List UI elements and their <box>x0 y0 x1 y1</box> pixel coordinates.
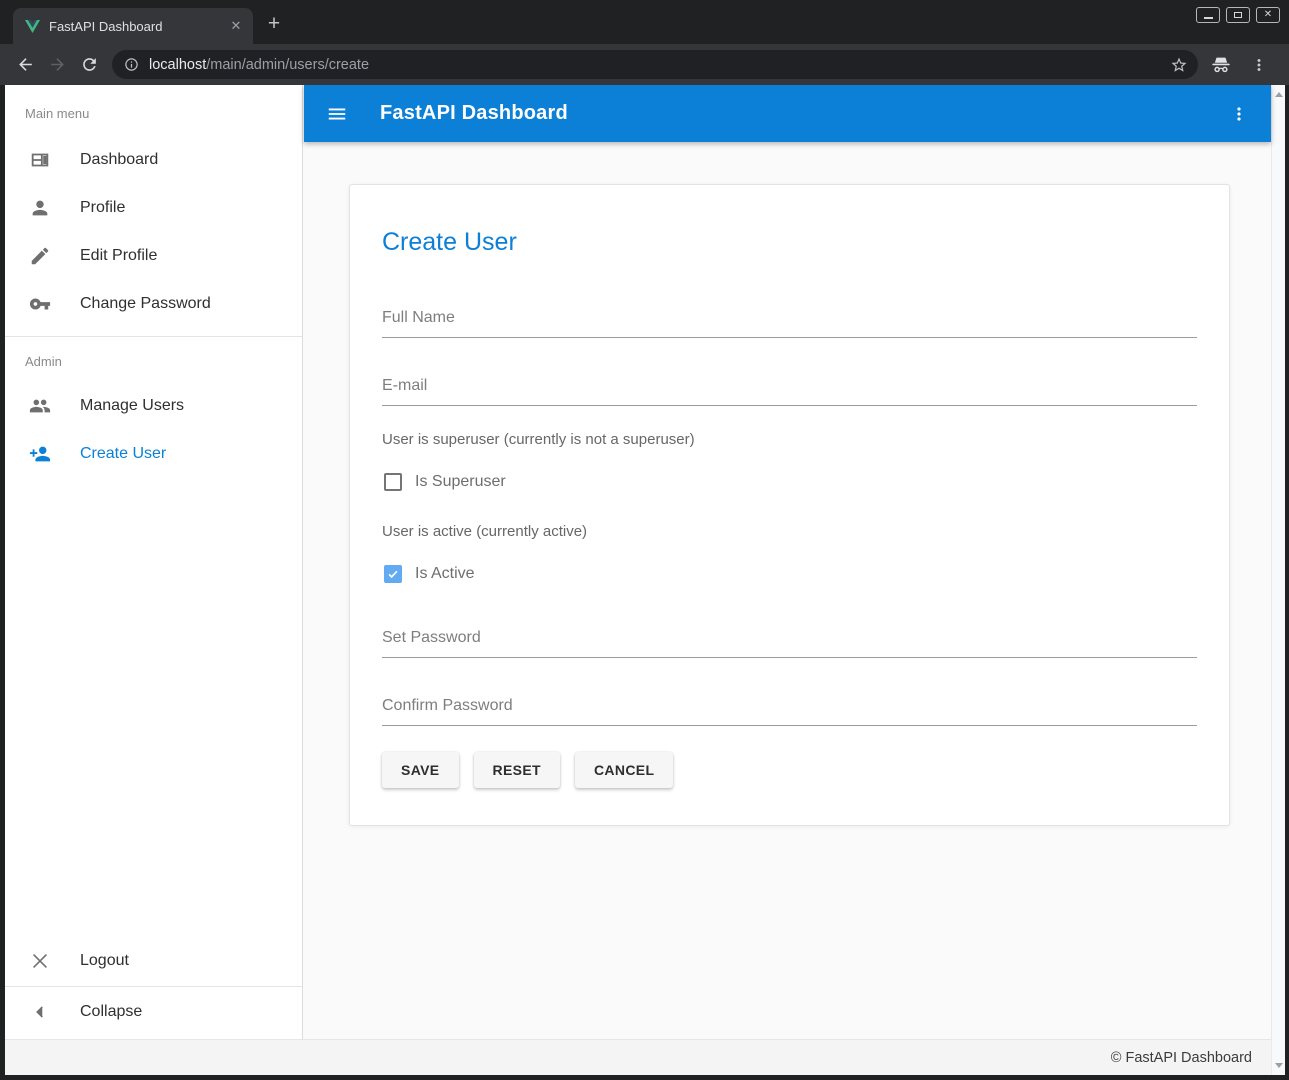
set-password-input[interactable] <box>382 628 1197 658</box>
browser-toolbar: localhost/main/admin/users/create <box>0 44 1289 85</box>
page-viewport: Main menu Dashboard Profile Edit Profile <box>5 85 1285 1075</box>
minimize-icon <box>1204 17 1213 19</box>
scroll-up-arrow-icon[interactable] <box>1275 92 1283 97</box>
maximize-icon <box>1234 12 1242 18</box>
sidebar-item-dashboard[interactable]: Dashboard <box>5 136 302 184</box>
checkbox-unchecked-icon[interactable] <box>384 473 402 491</box>
sidebar-item-collapse[interactable]: Collapse <box>5 988 302 1036</box>
page-title: Create User <box>382 225 1197 259</box>
appbar-menu-button[interactable] <box>1229 104 1249 124</box>
sidebar-section-main-menu: Main menu <box>5 85 302 136</box>
kebab-icon <box>1250 56 1268 74</box>
app-bar: FastAPI Dashboard <box>304 85 1271 142</box>
key-icon <box>28 292 52 316</box>
browser-tab-strip: FastAPI Dashboard ✕ + ✕ <box>0 0 1289 44</box>
kebab-icon <box>1229 104 1249 124</box>
set-password-field <box>382 628 1197 658</box>
dashboard-icon <box>28 148 52 172</box>
active-hint: User is active (currently active) <box>382 521 1197 542</box>
back-button[interactable] <box>10 50 40 80</box>
main-content: FastAPI Dashboard Create User User is su… <box>304 85 1271 1039</box>
sidebar-item-edit-profile[interactable]: Edit Profile <box>5 232 302 280</box>
sidebar-section-admin: Admin <box>5 337 302 382</box>
url-path: /main/admin/users/create <box>206 57 369 73</box>
vue-logo-icon <box>25 20 40 33</box>
sidebar-item-label: Manage Users <box>80 397 184 415</box>
bookmark-star-icon[interactable] <box>1170 56 1188 74</box>
sidebar-item-change-password[interactable]: Change Password <box>5 280 302 328</box>
cancel-button[interactable]: CANCEL <box>575 752 673 788</box>
confirm-password-field <box>382 696 1197 726</box>
forward-button[interactable] <box>42 50 72 80</box>
sidebar-bottom: Logout Collapse <box>5 937 302 1039</box>
is-superuser-checkbox[interactable]: Is Superuser <box>382 472 1197 492</box>
form-actions: SAVE RESET CANCEL <box>382 752 1197 788</box>
window-maximize-button[interactable] <box>1226 7 1250 23</box>
checkbox-label: Is Active <box>415 565 475 583</box>
sidebar-item-label: Collapse <box>80 1003 142 1021</box>
full-name-field <box>382 308 1197 338</box>
arrow-forward-icon <box>48 55 67 74</box>
checkbox-checked-icon[interactable] <box>384 565 402 583</box>
reset-button[interactable]: RESET <box>474 752 560 788</box>
scroll-down-arrow-icon[interactable] <box>1275 1063 1283 1068</box>
sidebar-item-create-user[interactable]: Create User <box>5 430 302 478</box>
info-icon[interactable] <box>124 57 139 72</box>
checkbox-label: Is Superuser <box>415 473 506 491</box>
create-user-card: Create User User is superuser (currently… <box>349 184 1230 826</box>
person-add-icon <box>28 442 52 466</box>
tab-title: FastAPI Dashboard <box>49 19 227 34</box>
group-icon <box>28 394 52 418</box>
browser-window: FastAPI Dashboard ✕ + ✕ localhost/main/a… <box>0 0 1289 1080</box>
incognito-icon <box>1206 50 1236 80</box>
logout-x-icon <box>28 949 52 973</box>
browser-tab[interactable]: FastAPI Dashboard ✕ <box>13 8 253 44</box>
window-controls: ✕ <box>1196 7 1280 23</box>
sidebar: Main menu Dashboard Profile Edit Profile <box>5 85 303 1039</box>
sidebar-item-logout[interactable]: Logout <box>5 937 302 985</box>
is-active-checkbox[interactable]: Is Active <box>382 564 1197 584</box>
hamburger-menu-icon[interactable] <box>326 103 348 125</box>
email-field <box>382 376 1197 406</box>
arrow-back-icon <box>16 55 35 74</box>
divider <box>5 986 302 987</box>
page-footer: © FastAPI Dashboard <box>5 1039 1271 1075</box>
superuser-hint: User is superuser (currently is not a su… <box>382 429 1197 450</box>
sidebar-item-label: Change Password <box>80 295 211 313</box>
sidebar-item-label: Edit Profile <box>80 247 157 265</box>
person-icon <box>28 196 52 220</box>
window-close-button[interactable]: ✕ <box>1256 7 1280 23</box>
new-tab-button[interactable]: + <box>260 10 288 38</box>
close-icon: ✕ <box>1264 10 1272 20</box>
sidebar-item-label: Profile <box>80 199 125 217</box>
browser-menu-button[interactable] <box>1244 50 1274 80</box>
sidebar-item-label: Logout <box>80 952 129 970</box>
sidebar-item-label: Create User <box>80 445 166 463</box>
window-minimize-button[interactable] <box>1196 7 1220 23</box>
sidebar-item-profile[interactable]: Profile <box>5 184 302 232</box>
tab-close-icon[interactable]: ✕ <box>227 17 245 35</box>
url-text: localhost/main/admin/users/create <box>149 57 369 73</box>
appbar-title: FastAPI Dashboard <box>380 102 568 125</box>
full-name-input[interactable] <box>382 308 1197 338</box>
pencil-icon <box>28 244 52 268</box>
reload-icon <box>80 55 99 74</box>
vertical-scrollbar[interactable] <box>1271 85 1285 1075</box>
address-bar[interactable]: localhost/main/admin/users/create <box>112 50 1198 79</box>
email-input[interactable] <box>382 376 1197 406</box>
reload-button[interactable] <box>74 50 104 80</box>
confirm-password-input[interactable] <box>382 696 1197 726</box>
copyright-text: © FastAPI Dashboard <box>1111 1050 1252 1066</box>
save-button[interactable]: SAVE <box>382 752 459 788</box>
url-host: localhost <box>149 57 206 73</box>
sidebar-item-manage-users[interactable]: Manage Users <box>5 382 302 430</box>
sidebar-item-label: Dashboard <box>80 151 158 169</box>
chevron-left-icon <box>28 1000 52 1024</box>
